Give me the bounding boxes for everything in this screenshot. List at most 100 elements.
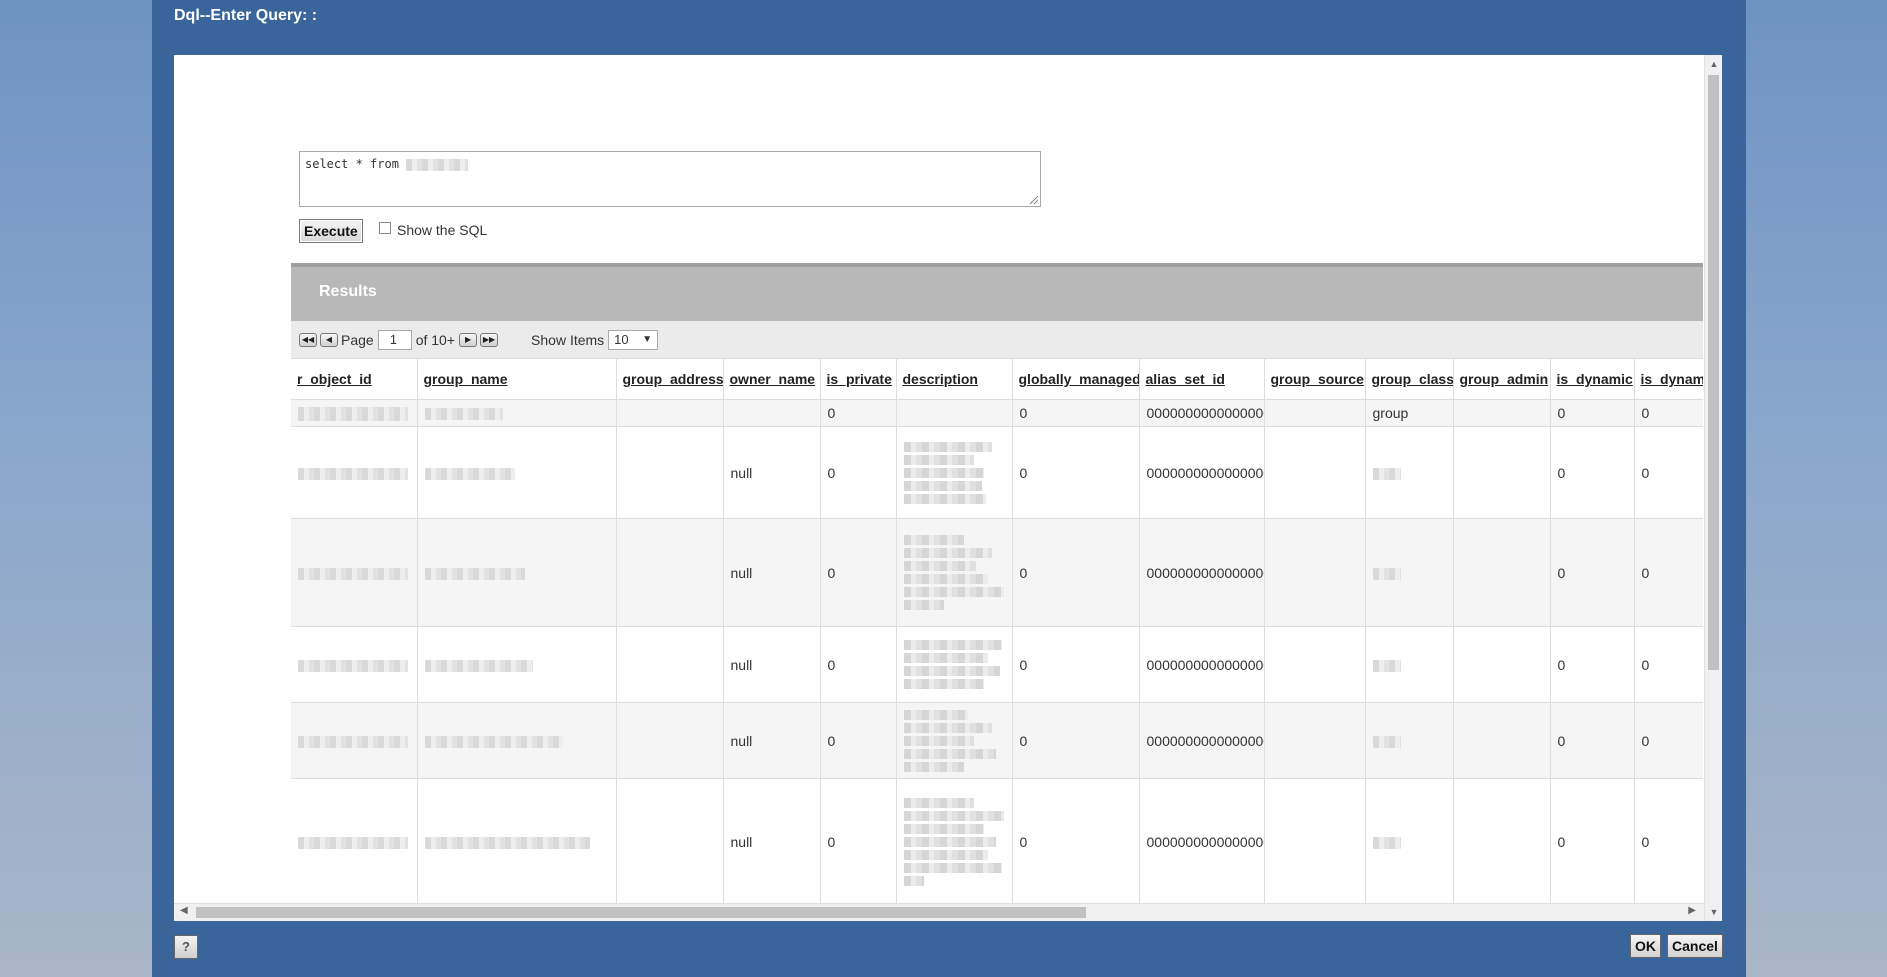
cell-group-source [1264,426,1366,519]
cell-is-private: 0 [820,626,897,703]
last-page-icon[interactable]: ▶▶ [480,332,499,347]
cell-alias-set-id: 0000000000000000 [1139,778,1265,903]
table-header-row: r_object_id group_name group_address own… [291,359,1703,400]
cell-r-object-id [291,778,418,903]
cell-group-class [1365,626,1454,703]
cell-is-dynamic: 0 [1550,626,1635,703]
table-row[interactable]: null 0 0 0000000000000000 0 0 [291,518,1703,627]
cell-is-dynam: 0 [1634,399,1703,427]
execute-button[interactable]: Execute [299,219,363,243]
col-is-private[interactable]: is_private [820,359,897,400]
horizontal-scrollbar[interactable]: ◀ ▶ [174,903,1704,921]
cell-is-private: 0 [820,426,897,519]
page-number-input[interactable]: 1 [377,329,412,350]
cell-group-admin [1453,518,1551,627]
dql-dialog: Dql--Enter Query: : select * from Execut… [152,0,1746,977]
cell-group-address [616,702,724,779]
table-row[interactable]: null 0 0 0000000000000000 0 0 [291,426,1703,519]
cell-is-private: 0 [820,778,897,903]
vertical-scrollbar[interactable]: ▲ ▼ [1704,55,1722,921]
show-sql-option[interactable]: Show the SQL [379,222,487,238]
results-title: Results [291,263,1703,321]
show-sql-checkbox[interactable] [379,222,391,234]
cell-globally-managed: 0 [1012,702,1140,779]
first-page-icon[interactable]: ◀◀ [299,332,317,347]
col-is-dynamic[interactable]: is_dynamic [1550,359,1635,400]
cell-is-dynam: 0 [1634,426,1703,519]
cell-description [896,399,1013,427]
cell-group-source [1264,518,1366,627]
cell-group-address [616,399,724,427]
show-items-label: Show Items [531,331,605,348]
cell-group-admin [1453,702,1551,779]
cell-group-class: group [1365,399,1454,427]
pager-bar: ◀◀ ◀ Page 1 of 10+ ▶ ▶▶ Show Items 10 ▼ [291,321,1703,359]
col-owner-name[interactable]: owner_name [723,359,821,400]
prev-page-icon[interactable]: ◀ [320,332,338,347]
cell-is-dynam: 0 [1634,626,1703,703]
cell-group-class [1365,778,1454,903]
help-button[interactable]: ? [174,935,198,959]
cell-group-admin [1453,778,1551,903]
cell-alias-set-id: 0000000000000000 [1139,702,1265,779]
cell-group-admin [1453,399,1551,427]
cell-globally-managed: 0 [1012,778,1140,903]
vertical-scroll-thumb[interactable] [1708,75,1719,670]
horizontal-scroll-thumb[interactable] [196,907,1086,918]
cell-is-dynam: 0 [1634,702,1703,779]
table-row[interactable]: null 0 0 0000000000000000 0 0 [291,778,1703,903]
next-page-icon[interactable]: ▶ [459,332,478,347]
cell-group-address [616,626,724,703]
cell-alias-set-id: 0000000000000000 [1139,399,1265,427]
query-textarea[interactable]: select * from [299,151,1041,207]
cell-owner-name: null [723,702,821,779]
cell-description [896,778,1013,903]
cell-alias-set-id: 0000000000000000 [1139,518,1265,627]
cell-is-dynamic: 0 [1550,426,1635,519]
cell-globally-managed: 0 [1012,626,1140,703]
col-group-class[interactable]: group_class [1365,359,1454,400]
table-row[interactable]: 0 0 0000000000000000 group 0 0 [291,399,1703,427]
cell-is-dynam: 0 [1634,778,1703,903]
show-items: Show Items 10 ▼ [531,329,659,350]
table-row[interactable]: null 0 0 0000000000000000 0 0 [291,702,1703,779]
col-alias-set-id[interactable]: alias_set_id [1139,359,1265,400]
page-label: Page [341,331,374,348]
cell-owner-name [723,399,821,427]
dialog-content: select * from Execute Show the SQL Resul… [174,55,1722,921]
table-row[interactable]: null 0 0 0000000000000000 0 0 [291,626,1703,703]
resize-grip-icon[interactable] [1030,196,1038,204]
cell-is-dynam: 0 [1634,518,1703,627]
col-r-object-id[interactable]: r_object_id [291,359,418,400]
col-is-dynam[interactable]: is_dynam [1634,359,1703,400]
cancel-button[interactable]: Cancel [1667,934,1723,958]
ok-button[interactable]: OK [1630,934,1661,958]
cell-is-dynamic: 0 [1550,778,1635,903]
cell-owner-name: null [723,518,821,627]
results-panel: Results ◀◀ ◀ Page 1 of 10+ ▶ ▶▶ Show Ite… [291,263,1703,903]
cell-r-object-id [291,518,418,627]
dialog-title: Dql--Enter Query: : [174,7,318,24]
cell-globally-managed: 0 [1012,518,1140,627]
cell-owner-name: null [723,426,821,519]
col-group-address[interactable]: group_address [616,359,724,400]
cell-alias-set-id: 0000000000000000 [1139,626,1265,703]
col-description[interactable]: description [896,359,1013,400]
show-items-select[interactable]: 10 ▼ [608,329,659,350]
col-globally-managed[interactable]: globally_managed [1012,359,1140,400]
scroll-left-icon[interactable]: ◀ [180,905,188,916]
chevron-down-icon: ▼ [642,334,653,345]
scroll-right-icon[interactable]: ▶ [1688,905,1696,916]
cell-alias-set-id: 0000000000000000 [1139,426,1265,519]
cell-group-source [1264,702,1366,779]
cell-group-class [1365,426,1454,519]
col-group-name[interactable]: group_name [417,359,617,400]
col-group-source[interactable]: group_source [1264,359,1366,400]
cell-group-name [417,778,617,903]
cell-owner-name: null [723,626,821,703]
scroll-down-icon[interactable]: ▼ [1705,907,1722,917]
cell-is-dynamic: 0 [1550,518,1635,627]
col-group-admin[interactable]: group_admin [1453,359,1551,400]
scroll-up-icon[interactable]: ▲ [1705,59,1722,69]
query-text: select * from [305,157,399,171]
